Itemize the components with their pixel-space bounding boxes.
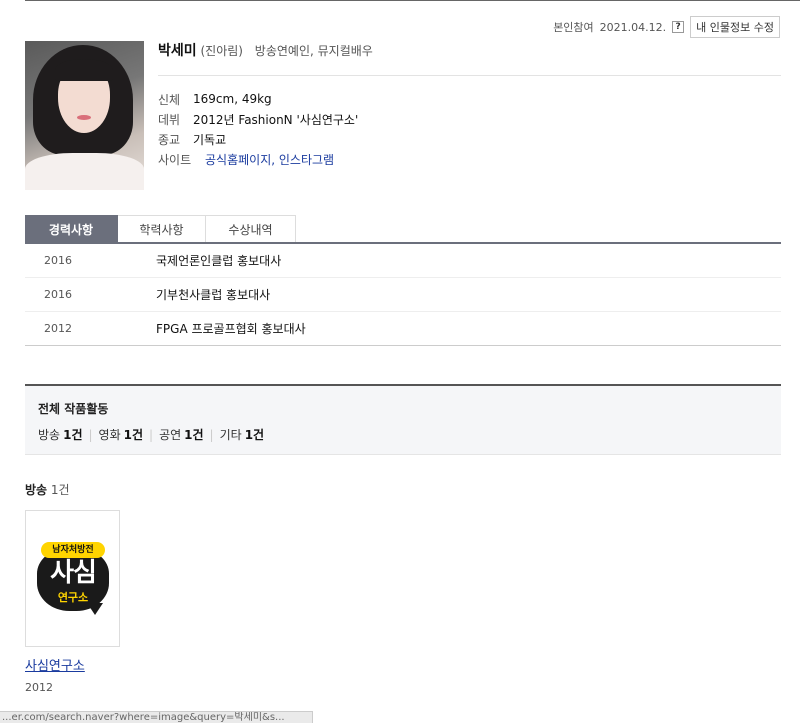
info-value: 기독교 [193, 132, 227, 147]
works-category-movie[interactable]: 영화 1건 [99, 426, 143, 443]
category-separator: | [88, 427, 93, 442]
info-row-religion: 종교 기독교 [158, 129, 358, 149]
career-list: 2016 국제언론인클럽 홍보대사 2016 기부천사클럽 홍보대사 2012 … [25, 244, 781, 346]
top-border [25, 0, 800, 1]
career-desc: 기부천사클럽 홍보대사 [156, 288, 271, 302]
works-category-performance[interactable]: 공연 1건 [159, 426, 203, 443]
career-desc: FPGA 프로골프협회 홍보대사 [156, 322, 306, 336]
works-category-broadcast[interactable]: 방송 1건 [38, 426, 82, 443]
show-thumbnail[interactable]: 남자처방전 사심 연구소 [25, 510, 120, 647]
logo-tag: 남자처방전 [41, 542, 105, 558]
profile-alias: (진아림) [200, 44, 243, 58]
help-icon[interactable]: ? [672, 21, 685, 33]
info-value: 2012년 FashionN '사심연구소' [193, 112, 359, 127]
logo-sub: 연구소 [57, 591, 89, 604]
profile-info-list: 신체 169cm, 49kg 데뷔 2012년 FashionN '사심연구소'… [158, 89, 358, 169]
official-homepage-link[interactable]: 공식홈페이지 [205, 153, 271, 167]
site-links: 공식홈페이지, 인스타그램 [205, 151, 334, 168]
link-separator: , [271, 152, 279, 167]
info-label: 사이트 [158, 152, 192, 167]
info-label: 신체 [158, 92, 181, 107]
info-row-site: 사이트 공식홈페이지, 인스타그램 [158, 149, 358, 169]
tab-awards[interactable]: 수상내역 [206, 215, 296, 242]
profile-tabs: 경력사항 학력사항 수상내역 [25, 215, 296, 242]
broadcast-heading-count: 1건 [50, 483, 70, 497]
profile-name: 박세미 [158, 43, 197, 59]
broadcast-heading-label: 방송 [25, 483, 48, 497]
instagram-link[interactable]: 인스타그램 [279, 153, 334, 167]
list-item: 2016 국제언론인클럽 홍보대사 [25, 244, 781, 278]
verified-label: 본인참여 [553, 21, 594, 34]
show-year: 2012 [25, 681, 53, 694]
list-item: 2016 기부천사클럽 홍보대사 [25, 278, 781, 312]
info-value: 169cm, 49kg [193, 92, 272, 106]
list-item: 2012 FPGA 프로골프협회 홍보대사 [25, 312, 781, 346]
category-separator: | [149, 427, 154, 442]
career-year: 2012 [44, 322, 72, 335]
tab-education[interactable]: 학력사항 [118, 215, 206, 242]
edit-profile-button[interactable]: 내 인물정보 수정 [690, 16, 780, 38]
info-label: 데뷔 [158, 112, 181, 127]
works-summary: 전체 작품활동 방송 1건 | 영화 1건 | 공연 1건 | 기타 1건 [25, 384, 781, 455]
info-label: 종교 [158, 132, 181, 147]
works-title: 전체 작품활동 [38, 402, 109, 416]
career-year: 2016 [44, 288, 72, 301]
verified-date: 2021.04.12. [599, 20, 667, 34]
show-title-link[interactable]: 사심연구소 [25, 655, 85, 674]
profile-occupation: 방송연예인, 뮤지컬배우 [254, 44, 373, 58]
broadcast-heading: 방송 1건 [25, 481, 70, 498]
status-bar-url: ...er.com/search.naver?where=image&query… [0, 711, 313, 723]
tab-career[interactable]: 경력사항 [25, 215, 118, 242]
career-desc: 국제언론인클럽 홍보대사 [156, 254, 282, 268]
career-year: 2016 [44, 254, 72, 267]
show-logo: 남자처방전 사심 연구소 [33, 539, 113, 619]
profile-header: 박세미 (진아림) 방송연예인, 뮤지컬배우 [158, 40, 373, 60]
meta-bar: 본인참여 2021.04.12. ? 내 인물정보 수정 [553, 16, 780, 38]
logo-main: 사심 [50, 558, 97, 588]
works-categories: 방송 1건 | 영화 1건 | 공연 1건 | 기타 1건 [38, 426, 264, 443]
info-row-body: 신체 169cm, 49kg [158, 89, 358, 109]
works-category-other[interactable]: 기타 1건 [220, 426, 264, 443]
profile-divider [158, 75, 781, 76]
info-row-debut: 데뷔 2012년 FashionN '사심연구소' [158, 109, 358, 129]
profile-photo [25, 41, 144, 190]
category-separator: | [209, 427, 214, 442]
